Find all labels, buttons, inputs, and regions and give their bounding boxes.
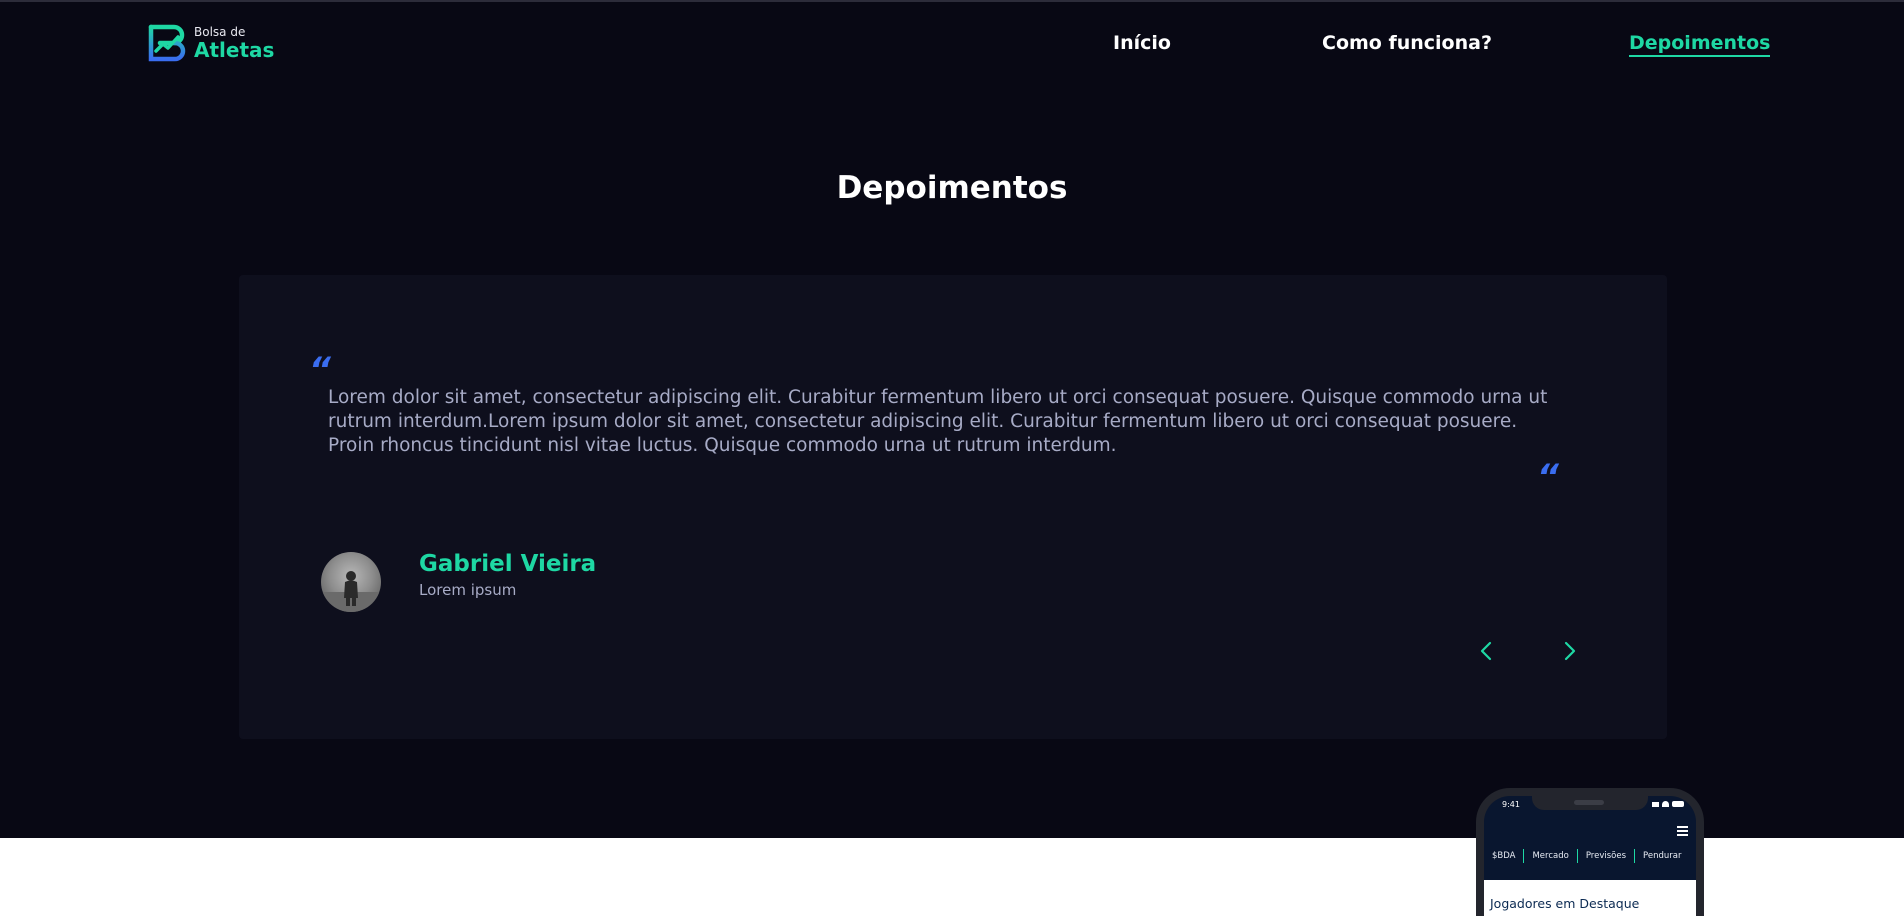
author-avatar <box>321 552 381 612</box>
phone-screen: 9:41 $BDA Mercado Previsões Pendurar Jog… <box>1484 796 1696 916</box>
nav-link-como-funciona[interactable]: Como funciona? <box>1322 32 1492 54</box>
battery-icon <box>1672 801 1684 807</box>
phone-mockup: 9:41 $BDA Mercado Previsões Pendurar Jog… <box>1476 788 1704 916</box>
section-title: Depoimentos <box>836 170 1068 206</box>
previous-testimonial-button[interactable] <box>1471 636 1501 666</box>
signal-icon <box>1652 802 1659 807</box>
hamburger-menu-icon[interactable] <box>1677 826 1688 838</box>
open-quote-icon: “ <box>309 350 331 390</box>
phone-time: 9:41 <box>1502 800 1520 809</box>
phone-tab-mercado[interactable]: Mercado <box>1524 849 1578 863</box>
logo-mark-icon <box>148 24 186 62</box>
close-quote-icon: “ <box>1537 457 1559 497</box>
phone-tabs: $BDA Mercado Previsões Pendurar <box>1484 846 1696 866</box>
testimonial-card: “ Lorem dolor sit amet, consectetur adip… <box>239 275 1667 739</box>
person-silhouette-icon <box>321 571 381 612</box>
phone-tab-sbda[interactable]: $BDA <box>1484 849 1525 863</box>
nav-link-depoimentos[interactable]: Depoimentos <box>1629 32 1771 57</box>
phone-content-area: Jogadores em Destaque <box>1484 880 1696 916</box>
phone-featured-title: Jogadores em Destaque <box>1490 896 1640 911</box>
logo-text-small: Bolsa de <box>194 25 246 39</box>
phone-tab-pendurar[interactable]: Pendurar <box>1635 849 1689 863</box>
brand-logo[interactable]: Bolsa de Atletas <box>148 24 274 62</box>
testimonial-text: Lorem dolor sit amet, consectetur adipis… <box>328 387 1548 456</box>
phone-tab-previsoes[interactable]: Previsões <box>1578 849 1636 863</box>
phone-status-icons <box>1652 801 1684 807</box>
testimonials-section: Bolsa de Atletas Início Como funciona? D… <box>0 0 1904 838</box>
next-testimonial-button[interactable] <box>1555 636 1585 666</box>
wifi-icon <box>1662 801 1669 807</box>
chevron-left-icon <box>1480 641 1492 661</box>
chevron-right-icon <box>1564 641 1576 661</box>
phone-notch <box>1532 796 1648 810</box>
author-role: Lorem ipsum <box>419 581 517 599</box>
nav-link-inicio[interactable]: Início <box>1113 32 1171 54</box>
author-name: Gabriel Vieira <box>419 551 597 577</box>
logo-text-main: Atletas <box>194 38 275 62</box>
